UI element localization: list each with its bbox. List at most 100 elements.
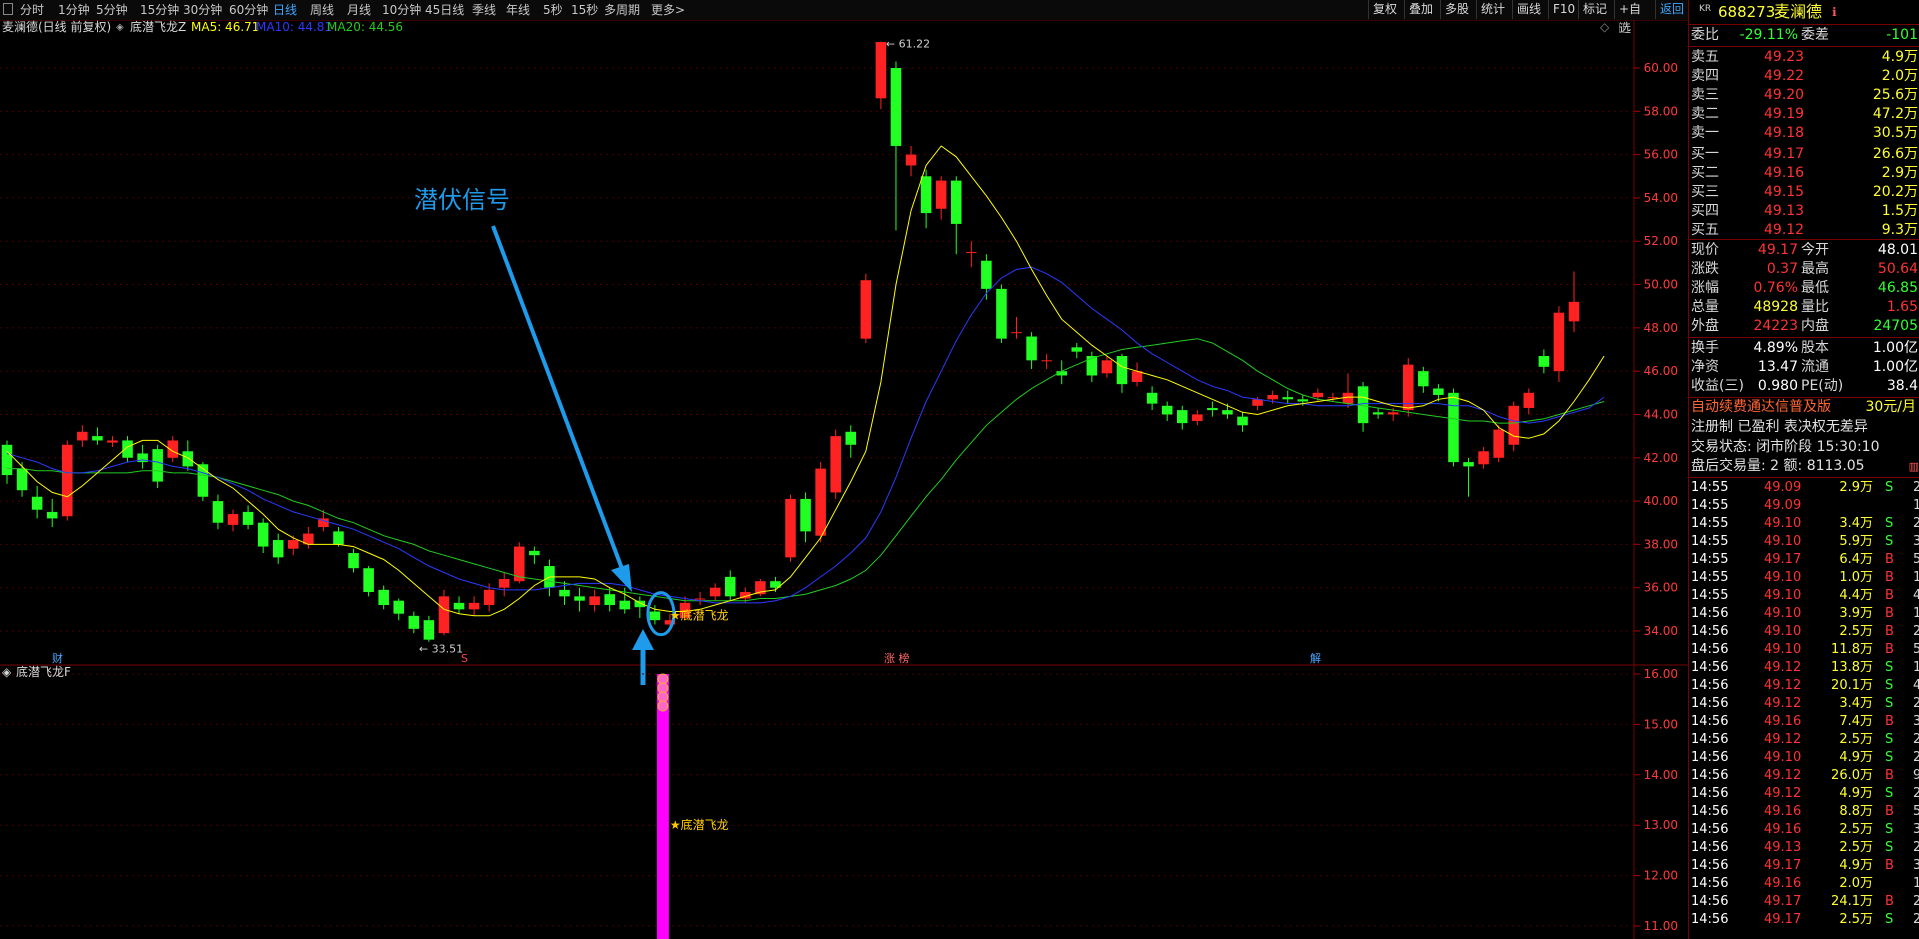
quote-row: 现价 49.17 今开 48.01 <box>1689 241 1919 260</box>
candle <box>182 440 194 471</box>
tick-count: 2 <box>1913 732 1919 747</box>
sub-chart-title-icon[interactable]: ◈ <box>2 665 11 679</box>
candle <box>393 598 405 621</box>
tick-row[interactable]: 14:56 49.17 4.9万 B 3 <box>1689 857 1919 875</box>
tick-row[interactable]: 14:55 49.09 2.9万 S 2 <box>1689 479 1919 497</box>
tick-time: 14:56 <box>1691 876 1729 891</box>
fin-value-2: 1.00亿 <box>1872 340 1918 356</box>
tick-row[interactable]: 14:55 49.10 4.4万 B 4 <box>1689 587 1919 605</box>
tick-row[interactable]: 14:56 49.10 2.5万 B 2 <box>1689 623 1919 641</box>
tick-side: S <box>1885 912 1894 927</box>
period-8[interactable]: 月线 <box>347 2 371 18</box>
period-1[interactable]: 1分钟 <box>58 2 90 18</box>
tick-row[interactable]: 14:56 49.12 4.9万 S 2 <box>1689 785 1919 803</box>
tick-row[interactable]: 14:55 49.10 3.4万 S 2 <box>1689 515 1919 533</box>
tick-row[interactable]: 14:56 49.10 11.8万 B 5 <box>1689 641 1919 659</box>
tool-button-4[interactable]: 画线 <box>1512 0 1548 19</box>
candle <box>423 615 435 642</box>
period-6[interactable]: 日线 <box>273 2 297 18</box>
tick-count: 9 <box>1913 768 1919 783</box>
weibi-label: 委比 <box>1691 27 1719 43</box>
period-11[interactable]: 季线 <box>472 2 496 18</box>
tick-row[interactable]: 14:56 49.16 8.8万 B 5 <box>1689 803 1919 821</box>
candle <box>242 505 254 530</box>
period-14[interactable]: 15秒 <box>571 2 598 18</box>
tick-row[interactable]: 14:56 49.17 2.5万 S 2 <box>1689 911 1919 929</box>
period-4[interactable]: 30分钟 <box>183 2 222 18</box>
period-10[interactable]: 45日线 <box>425 2 464 18</box>
period-2[interactable]: 5分钟 <box>96 2 128 18</box>
indicator-name[interactable]: 底潜飞龙Z <box>130 20 186 34</box>
reg-text: 注册制 已盈利 表决权无差异 <box>1691 419 1868 435</box>
tick-row[interactable]: 14:56 49.16 7.4万 B 3 <box>1689 713 1919 731</box>
up-arrowhead <box>632 629 654 650</box>
tick-row[interactable]: 14:56 49.12 20.1万 S 4 <box>1689 677 1919 695</box>
tick-row[interactable]: 14:56 49.10 4.9万 S 2 <box>1689 749 1919 767</box>
tick-time: 14:55 <box>1691 552 1729 567</box>
candle <box>920 169 932 229</box>
quote-label: 现价 <box>1691 242 1719 258</box>
period-9[interactable]: 10分钟 <box>382 2 421 18</box>
ma10-line <box>6 266 1605 604</box>
tick-row[interactable]: 14:56 49.10 3.9万 B 1 <box>1689 605 1919 623</box>
tool-button-8[interactable]: 返回 <box>1655 0 1688 19</box>
tick-row[interactable]: 14:56 49.12 2.5万 S 2 <box>1689 731 1919 749</box>
tick-row[interactable]: 14:56 49.12 13.8万 S 1 <box>1689 659 1919 677</box>
tool-button-1[interactable]: 叠加 <box>1404 0 1440 19</box>
event-marker[interactable]: 涨 榜 <box>884 651 910 665</box>
tool-button-2[interactable]: 多股 <box>1440 0 1476 19</box>
tool-button-3[interactable]: 统计 <box>1476 0 1512 19</box>
info-icon[interactable]: ℹ <box>1832 1 1837 23</box>
tool-button-0[interactable]: 复权 <box>1368 0 1404 19</box>
menu-icon[interactable] <box>3 3 13 15</box>
tool-button-6[interactable]: 标记 <box>1578 0 1614 19</box>
diamond-icon[interactable]: ◇ <box>1600 20 1609 34</box>
tick-row[interactable]: 14:56 49.17 24.1万 B 2 <box>1689 893 1919 911</box>
period-13[interactable]: 5秒 <box>543 2 563 18</box>
tick-row[interactable]: 14:56 49.13 2.5万 S 2 <box>1689 839 1919 857</box>
tick-row[interactable]: 14:56 49.12 3.4万 S 2 <box>1689 695 1919 713</box>
candle <box>1448 388 1459 467</box>
event-marker[interactable]: 财 <box>52 651 63 665</box>
candle <box>1146 386 1158 411</box>
tick-volume: 4.4万 <box>1839 588 1873 603</box>
event-marker[interactable]: 解 <box>1310 651 1321 665</box>
period-16[interactable]: 更多> <box>651 2 685 18</box>
sub-y-tick-label: 12.00 <box>1644 869 1678 883</box>
tick-time: 14:56 <box>1691 732 1729 747</box>
y-tick-label: 42.00 <box>1644 451 1678 465</box>
chart-mini-icon[interactable]: ▥ <box>1909 457 1919 476</box>
tick-row[interactable]: 14:56 49.16 2.5万 S 3 <box>1689 821 1919 839</box>
ma10-label: MA10: 44.81 <box>256 20 333 34</box>
tick-row[interactable]: 14:56 49.12 26.0万 B 9 <box>1689 767 1919 785</box>
ask-row: 卖四 49.22 2.0万 <box>1689 67 1919 86</box>
tick-row[interactable]: 14:55 49.10 1.0万 B 1 <box>1689 569 1919 587</box>
period-0[interactable]: 分时 <box>20 2 44 18</box>
period-7[interactable]: 周线 <box>310 2 334 18</box>
tick-side: B <box>1885 768 1894 783</box>
tool-button-7[interactable]: +自选 <box>1614 0 1655 35</box>
period-3[interactable]: 15分钟 <box>140 2 179 18</box>
tick-count: 2 <box>1913 912 1919 927</box>
tick-side: S <box>1885 534 1894 549</box>
period-5[interactable]: 60分钟 <box>229 2 268 18</box>
period-12[interactable]: 年线 <box>506 2 530 18</box>
indicator-toggle-icon[interactable]: ◈ <box>116 21 124 35</box>
promo-row[interactable]: 自动续费通达信普及版 30元/月 <box>1689 398 1919 417</box>
candle <box>1237 412 1248 432</box>
tick-row[interactable]: 14:55 49.17 6.4万 B 5 <box>1689 551 1919 569</box>
tick-row[interactable]: 14:55 49.10 5.9万 S 3 <box>1689 533 1919 551</box>
tick-time: 14:56 <box>1691 678 1729 693</box>
tool-button-5[interactable]: F10 <box>1548 0 1578 19</box>
tick-row[interactable]: 14:56 49.16 2.0万 1 <box>1689 875 1919 893</box>
promo-text[interactable]: 自动续费通达信普及版 <box>1691 398 1831 417</box>
quote-label: 涨幅 <box>1691 280 1719 296</box>
window-icon[interactable]: ◫ <box>1618 20 1629 34</box>
tick-side: B <box>1885 624 1894 639</box>
tick-side: B <box>1885 606 1894 621</box>
tick-row[interactable]: 14:55 49.09 1 <box>1689 497 1919 515</box>
period-15[interactable]: 多周期 <box>604 2 640 18</box>
tick-price: 49.13 <box>1764 840 1802 855</box>
event-marker[interactable]: S <box>461 652 468 665</box>
book-volume: 20.2万 <box>1872 184 1918 200</box>
